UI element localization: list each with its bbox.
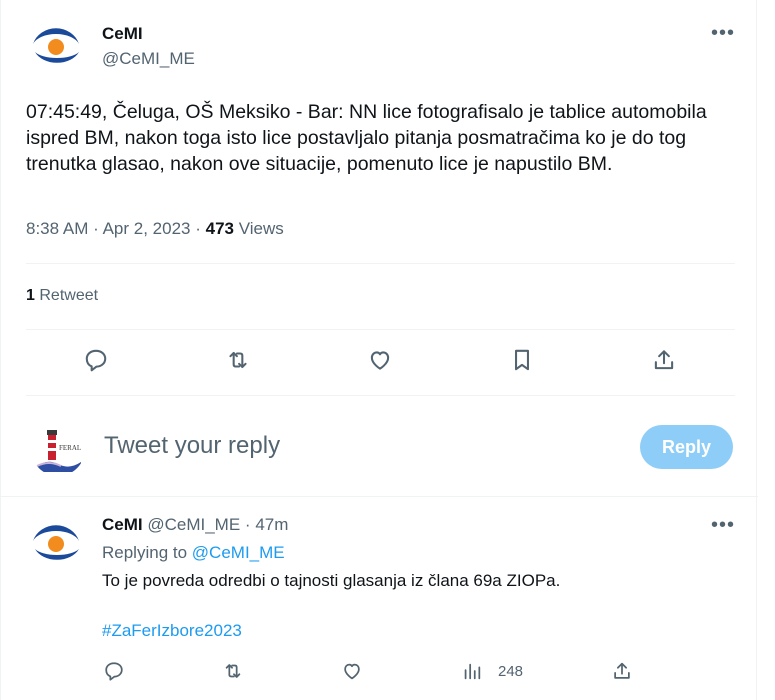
feral-logo-text: FERAL	[59, 444, 81, 452]
meta-separator: ·	[93, 219, 99, 238]
author-handle[interactable]: @CeMI_ME	[102, 49, 195, 69]
feral-lighthouse-logo-icon: FERAL	[31, 422, 85, 476]
divider	[1, 496, 758, 497]
replying-prefix: Replying to	[102, 543, 188, 562]
tweet-text: 07:45:49, Čeluga, OŠ Meksiko - Bar: NN l…	[26, 101, 707, 175]
retweet-icon[interactable]	[223, 345, 253, 375]
reply-author-handle[interactable]: @CeMI_ME	[147, 515, 240, 534]
views-count: 473	[205, 219, 234, 238]
cemi-avatar[interactable]	[29, 20, 83, 74]
author-name[interactable]: CeMI	[102, 24, 143, 44]
tweet-date[interactable]: Apr 2, 2023	[103, 219, 191, 238]
like-icon[interactable]	[337, 656, 367, 686]
tweet-meta: 8:38 AM · Apr 2, 2023 · 473 Views	[26, 219, 284, 239]
reply-author-name[interactable]: CeMI	[102, 515, 143, 534]
more-icon[interactable]: •••	[711, 22, 735, 45]
reply-text: To je povreda odredbi o tajnosti glasanj…	[102, 571, 561, 590]
bookmark-icon[interactable]	[507, 345, 537, 375]
reply-button[interactable]: Reply	[640, 425, 733, 469]
reply-header: CeMI @CeMI_ME · 47m	[102, 515, 288, 535]
tweet-thread: CeMI @CeMI_ME ••• 07:45:49, Čeluga, OŠ M…	[0, 0, 758, 700]
cemi-avatar[interactable]	[29, 517, 83, 571]
divider	[26, 263, 735, 264]
replying-handle[interactable]: @CeMI_ME	[192, 543, 285, 562]
reply-time[interactable]: 47m	[255, 515, 288, 534]
share-icon[interactable]	[649, 345, 679, 375]
retweet-label: Retweet	[39, 287, 99, 304]
views-label: Views	[238, 219, 284, 238]
divider	[26, 395, 735, 396]
replying-to: Replying to @CeMI_ME	[102, 543, 285, 563]
feral-avatar[interactable]: FERAL	[31, 422, 85, 476]
reply-input[interactable]: Tweet your reply	[104, 432, 604, 460]
reply-views-count: 248	[498, 663, 524, 680]
share-icon[interactable]	[607, 656, 637, 686]
tweet-time[interactable]: 8:38 AM	[26, 219, 88, 238]
cemi-logo-icon	[29, 517, 83, 571]
reply-separator: ·	[244, 515, 251, 534]
meta-separator: ·	[195, 219, 201, 238]
views-icon[interactable]	[457, 656, 487, 686]
retweet-icon[interactable]	[218, 656, 248, 686]
more-icon[interactable]: •••	[711, 514, 735, 537]
cemi-logo-icon	[29, 20, 83, 74]
hashtag-link[interactable]: #ZaFerIzbore2023	[102, 621, 242, 641]
reply-icon[interactable]	[81, 345, 111, 375]
retweet-count: 1	[26, 287, 35, 304]
reply-icon[interactable]	[99, 656, 129, 686]
like-icon[interactable]	[365, 345, 395, 375]
divider	[26, 329, 735, 330]
retweet-stats[interactable]: 1 Retweet	[26, 287, 98, 305]
